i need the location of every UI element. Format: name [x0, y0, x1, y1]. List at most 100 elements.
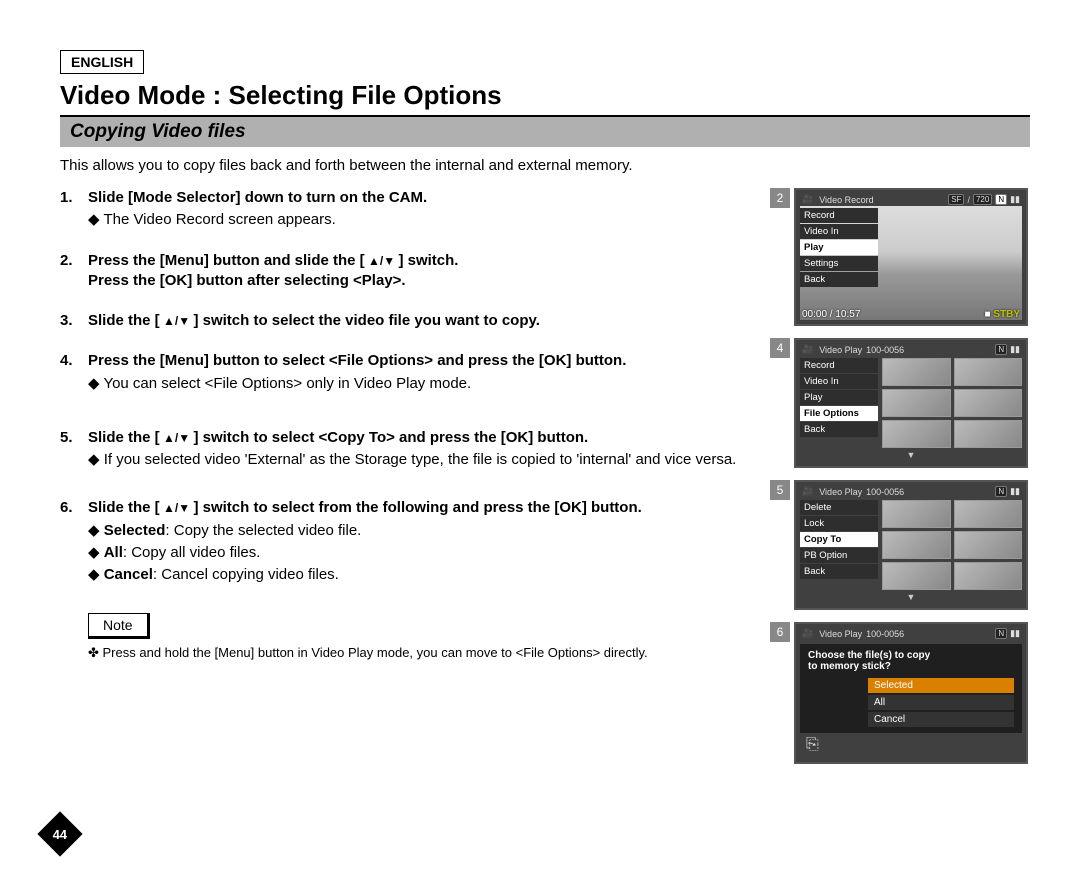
- option-item: All: [868, 695, 1014, 710]
- step-heading: Press the [Menu] button to select <File …: [88, 351, 752, 371]
- intro-text: This allows you to copy files back and f…: [60, 157, 1030, 174]
- shot-title: Video Play: [819, 629, 862, 639]
- step-heading: Press the [Menu] button and slide the []…: [88, 251, 752, 271]
- shot-number: 4: [770, 338, 790, 358]
- step-2: 2. Press the [Menu] button and slide the…: [60, 251, 752, 292]
- timer: 00:00 / 10:57: [802, 309, 860, 320]
- shot-title: Video Record: [819, 195, 873, 205]
- step-1: 1. Slide [Mode Selector] down to turn on…: [60, 188, 752, 231]
- step-heading: Slide the [ ] switch to select <Copy To> …: [88, 428, 752, 448]
- step-number: 2.: [60, 251, 88, 292]
- shot-number: 6: [770, 622, 790, 642]
- step-sub: All: Copy all video files.: [88, 543, 752, 563]
- stby-label: STBY: [993, 309, 1020, 320]
- menu-item: Lock: [800, 516, 878, 531]
- step-heading: Slide [Mode Selector] down to turn on th…: [88, 188, 752, 208]
- step-5: 5. Slide the [] switch to select <Copy T…: [60, 428, 752, 471]
- stby-group: ■ STBY: [985, 309, 1021, 320]
- shot-menu: DeleteLockCopy ToPB OptionBack: [800, 500, 878, 590]
- option-item: Selected: [868, 678, 1014, 693]
- menu-item: Record: [800, 358, 878, 373]
- copy-icon: ⎘: [806, 736, 819, 754]
- text: ] switch to select <Copy To> and press t…: [193, 429, 588, 446]
- camera-icon: [802, 486, 815, 497]
- scroll-down-icon: ▼: [800, 592, 1022, 602]
- language-badge: ENGLISH: [60, 50, 144, 74]
- text: Slide the [: [88, 429, 160, 446]
- step-4: 4. Press the [Menu] button to select <Fi…: [60, 351, 752, 394]
- menu-item: Back: [800, 564, 878, 579]
- text: ] switch.: [398, 252, 458, 269]
- badge-n: N: [995, 344, 1007, 355]
- step-sub: Cancel: Cancel copying video files.: [88, 565, 752, 585]
- prompt-line: to memory stick?: [808, 661, 1014, 672]
- note-label: Note: [88, 613, 150, 639]
- step-sub: You can select <File Options> only in Vi…: [88, 374, 752, 394]
- menu-item: Play: [800, 240, 878, 255]
- step-3: 3. Slide the [] switch to select the vid…: [60, 311, 752, 331]
- prompt-box: Choose the file(s) to copy to memory sti…: [800, 644, 1022, 733]
- shot-title: Video Play: [819, 345, 862, 355]
- step-number: 1.: [60, 188, 88, 231]
- camera-icon: [802, 344, 815, 355]
- section-subtitle: Copying Video files: [60, 115, 1030, 147]
- note-text: Press and hold the [Menu] button in Vide…: [88, 645, 752, 661]
- steps-column: 1. Slide [Mode Selector] down to turn on…: [60, 188, 752, 776]
- shot-menu: RecordVideo InPlayFile OptionsBack: [800, 358, 878, 448]
- page-title: Video Mode : Selecting File Options: [60, 80, 1030, 111]
- up-down-icon: [160, 429, 194, 446]
- menu-item: Video In: [800, 224, 878, 239]
- screenshot-4: 4 Video Play 100-0056 N▮▮ RecordVideo In…: [770, 338, 1030, 468]
- shot-code: 100-0056: [866, 487, 904, 497]
- step-sub: If you selected video 'External' as the …: [88, 450, 752, 470]
- badge-n: N: [995, 486, 1007, 497]
- option-list: Selected All Cancel: [868, 678, 1014, 727]
- menu-item: Delete: [800, 500, 878, 515]
- battery-icon: ▮▮: [1010, 486, 1020, 497]
- step-heading: Press the [OK] button after selecting <P…: [88, 271, 752, 291]
- camera-icon: [802, 194, 815, 205]
- badge-res: 720: [973, 194, 992, 205]
- step-number: 4.: [60, 351, 88, 394]
- camera-icon: [802, 628, 815, 639]
- step-heading: Slide the [ ] switch to select from the f…: [88, 498, 752, 518]
- menu-item: Video In: [800, 374, 878, 389]
- thumbnails: [882, 500, 1022, 590]
- badge-sf: SF: [948, 194, 964, 205]
- menu-item: Copy To: [800, 532, 878, 547]
- shot-number: 2: [770, 188, 790, 208]
- shot-header: Video Record SF / 720 N ▮▮: [800, 193, 1022, 208]
- prompt-line: Choose the file(s) to copy: [808, 650, 1014, 661]
- shot-code: 100-0056: [866, 629, 904, 639]
- step-sub: The Video Record screen appears.: [88, 210, 752, 230]
- screenshots-column: 2 Video Record SF / 720 N ▮▮: [770, 188, 1030, 776]
- step-sub: Selected: Copy the selected video file.: [88, 521, 752, 541]
- battery-icon: ▮▮: [1010, 194, 1020, 205]
- battery-icon: ▮▮: [1010, 628, 1020, 639]
- timer-bar: 00:00 / 10:57 ■ STBY: [802, 309, 1020, 320]
- up-down-icon: [365, 252, 399, 269]
- page-number-badge: 44: [37, 811, 82, 856]
- shot-code: 100-0056: [866, 345, 904, 355]
- up-down-icon: [160, 499, 194, 516]
- shot-header: Video Play 100-0056 N▮▮: [800, 343, 1022, 358]
- text: ] switch to select from the following an…: [193, 499, 641, 516]
- up-down-icon: [160, 312, 194, 329]
- menu-item: Settings: [800, 256, 878, 271]
- shot-header: Video Play 100-0056 N▮▮: [800, 627, 1022, 642]
- shot-title: Video Play: [819, 487, 862, 497]
- step-heading: Slide the [] switch to select the video …: [88, 311, 752, 331]
- text: Slide the [: [88, 499, 160, 516]
- screenshot-5: 5 Video Play 100-0056 N▮▮ DeleteLockCopy…: [770, 480, 1030, 610]
- thumbnails: [882, 358, 1022, 448]
- text: Press the [Menu] button and slide the [: [88, 252, 365, 269]
- option-item: Cancel: [868, 712, 1014, 727]
- battery-icon: ▮▮: [1010, 344, 1020, 355]
- shot-number: 5: [770, 480, 790, 500]
- menu-item: PB Option: [800, 548, 878, 563]
- shot-header: Video Play 100-0056 N▮▮: [800, 485, 1022, 500]
- screenshot-2: 2 Video Record SF / 720 N ▮▮: [770, 188, 1030, 326]
- scroll-down-icon: ▼: [800, 450, 1022, 460]
- menu-item: Play: [800, 390, 878, 405]
- step-6: 6. Slide the [] switch to select from th…: [60, 498, 752, 585]
